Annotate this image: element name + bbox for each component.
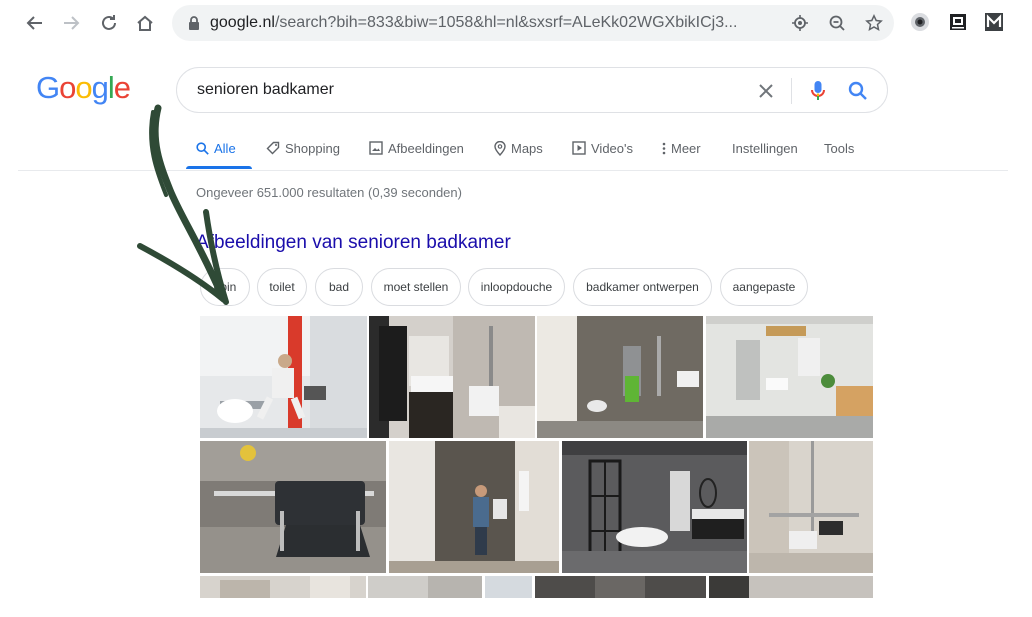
chip-label: inloopdouche [480, 280, 553, 294]
tab-label: Tools [824, 140, 855, 156]
image-result[interactable] [200, 576, 366, 598]
chip-label: badkamer ontwerpen [586, 280, 699, 294]
tab-label: Alle [214, 140, 236, 156]
location-icon[interactable] [790, 13, 810, 33]
image-result[interactable] [200, 316, 367, 438]
address-bar[interactable]: google.nl/search?bih=833&biw=1058&hl=nl&… [172, 5, 894, 41]
tab-meer[interactable]: Meer [662, 139, 701, 157]
microphone-icon[interactable] [807, 80, 829, 102]
tab-label: Instellingen [732, 140, 798, 156]
tab-maps[interactable]: Maps [494, 139, 543, 157]
home-icon[interactable] [134, 12, 156, 34]
tab-label: Meer [671, 140, 701, 156]
chip-label: toilet [269, 280, 295, 294]
search-divider [791, 78, 792, 104]
clear-icon[interactable] [755, 80, 777, 102]
forward-arrow-icon[interactable] [60, 12, 82, 34]
google-logo[interactable]: Google [36, 70, 131, 106]
logo-letter: g [91, 70, 109, 105]
image-result[interactable] [389, 441, 559, 573]
image-result[interactable] [709, 576, 873, 598]
extension-m-icon[interactable] [984, 12, 1004, 32]
url-path: /search?bih=833&biw=1058&hl=nl&sxsrf=ALe… [274, 14, 738, 31]
tab-label: Video's [591, 140, 633, 156]
chip-aangepaste[interactable]: aangepaste [720, 268, 808, 306]
tab-label: Afbeeldingen [388, 140, 464, 156]
image-result[interactable] [749, 441, 873, 573]
search-icon[interactable] [847, 80, 869, 102]
logo-letter: G [36, 70, 60, 105]
image-result[interactable] [369, 316, 535, 438]
chip-badkamer-ontwerpen[interactable]: badkamer ontwerpen [573, 268, 712, 306]
active-tab-indicator [186, 166, 252, 169]
chip-moet-stellen[interactable]: moet stellen [371, 268, 461, 306]
zoom-out-icon[interactable] [827, 13, 847, 33]
image-result[interactable] [537, 316, 703, 438]
chip-toilet[interactable]: toilet [257, 268, 307, 306]
image-result[interactable] [200, 441, 386, 573]
tab-label: Maps [511, 140, 543, 156]
extension-screenshot-icon[interactable] [948, 12, 968, 32]
logo-letter: o [59, 70, 76, 105]
url-text: google.nl/search?bih=833&biw=1058&hl=nl&… [210, 14, 737, 32]
play-icon [572, 141, 586, 155]
logo-letter: e [113, 70, 131, 105]
image-icon [369, 141, 383, 155]
image-result[interactable] [368, 576, 482, 598]
map-pin-icon [494, 140, 506, 156]
image-result[interactable] [706, 316, 873, 438]
lock-icon[interactable] [184, 13, 204, 33]
chip-inloopdouche[interactable]: inloopdouche [468, 268, 565, 306]
tab-shopping[interactable]: Shopping [266, 139, 340, 157]
more-vert-icon [662, 142, 666, 154]
header-divider [18, 170, 1008, 171]
tab-label: Shopping [285, 140, 340, 156]
url-host: google.nl [210, 14, 275, 31]
chip-label: moet stellen [383, 280, 449, 294]
search-input[interactable]: senioren badkamer [176, 67, 888, 113]
logo-letter: o [75, 70, 92, 105]
images-heading-link[interactable]: Afbeeldingen van senioren badkamer [196, 232, 511, 254]
reload-icon[interactable] [98, 12, 120, 34]
result-stats: Ongeveer 651.000 resultaten (0,39 second… [196, 185, 462, 200]
chip-label: bad [328, 280, 350, 294]
tag-icon [266, 141, 280, 155]
image-result[interactable] [485, 576, 532, 598]
chip-bad[interactable]: bad [315, 268, 363, 306]
image-result[interactable] [535, 576, 706, 598]
browser-toolbar: google.nl/search?bih=833&biw=1058&hl=nl&… [0, 0, 1032, 46]
chip-label: aangepaste [732, 280, 796, 294]
chip-opin[interactable]: opin [200, 268, 250, 306]
back-arrow-icon[interactable] [24, 12, 46, 34]
tab-instellingen[interactable]: Instellingen [732, 139, 798, 157]
search-icon [196, 141, 209, 155]
search-query[interactable]: senioren badkamer [197, 81, 334, 99]
tab-tools[interactable]: Tools [824, 139, 854, 157]
chip-label: opin [213, 280, 237, 294]
tab-alle[interactable]: Alle [196, 139, 236, 157]
tab-afbeeldingen[interactable]: Afbeeldingen [369, 139, 464, 157]
image-result[interactable] [562, 441, 747, 573]
tab-videos[interactable]: Video's [572, 139, 633, 157]
extension-camera-icon[interactable] [910, 12, 930, 32]
bookmark-star-icon[interactable] [864, 13, 884, 33]
